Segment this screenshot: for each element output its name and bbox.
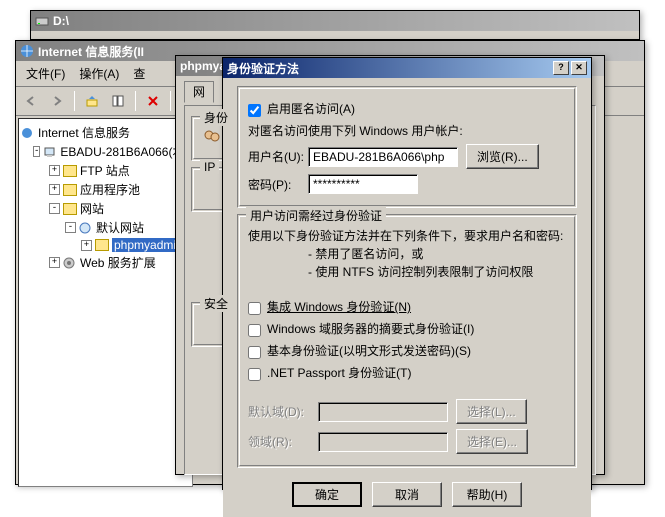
- anon-desc: 对匿名访问使用下列 Windows 用户帐户:: [248, 122, 463, 139]
- tree-ftp[interactable]: + FTP 站点: [21, 161, 190, 180]
- auth-required-group: 用户访问需经过身份验证 使用以下身份验证方法并在下列条件下，要求用户名和密码: …: [237, 214, 577, 468]
- auth-desc: 使用以下身份验证方法并在下列条件下，要求用户名和密码:: [248, 229, 563, 243]
- passport-label: .NET Passport 身份验证(T): [267, 364, 411, 381]
- expand-icon[interactable]: +: [81, 240, 92, 251]
- group-ip: IP: [200, 160, 219, 174]
- folder-icon: [63, 203, 77, 215]
- tab-active[interactable]: 网: [184, 81, 214, 103]
- auth-body: 启用匿名访问(A) 对匿名访问使用下列 Windows 用户帐户: 用户名(U)…: [223, 78, 591, 517]
- computer-icon: [43, 146, 57, 158]
- tree-label: Web 服务扩展: [80, 254, 156, 271]
- auth-title: 身份验证方法: [227, 60, 553, 77]
- expand-icon[interactable]: +: [49, 165, 60, 176]
- dialog-footer: 确定 取消 帮助(H): [237, 474, 577, 507]
- iis-server-icon: [21, 127, 35, 139]
- username-input[interactable]: [308, 147, 458, 167]
- delete-button[interactable]: [142, 90, 164, 112]
- explorer-window: D:\: [30, 10, 640, 40]
- help-icon[interactable]: ?: [553, 61, 569, 75]
- ok-button[interactable]: 确定: [292, 482, 362, 507]
- auth-bullet1: - 禁用了匿名访问，或: [308, 245, 566, 263]
- expand-icon[interactable]: +: [49, 184, 60, 195]
- username-label: 用户名(U):: [248, 148, 308, 165]
- tree-label-selected: phpmyadmin: [112, 238, 185, 252]
- domain-label: 默认域(D):: [248, 403, 318, 420]
- forward-button[interactable]: [46, 90, 68, 112]
- anon-group: 启用匿名访问(A) 对匿名访问使用下列 Windows 用户帐户: 用户名(U)…: [237, 86, 577, 208]
- close-icon[interactable]: ✕: [571, 61, 587, 75]
- up-button[interactable]: [81, 90, 103, 112]
- tree-label: 网站: [80, 200, 104, 217]
- browse-button[interactable]: 浏览(R)...: [466, 144, 539, 169]
- password-label: 密码(P):: [248, 176, 308, 193]
- collapse-icon[interactable]: -: [33, 146, 40, 157]
- auth-required-title: 用户访问需经过身份验证: [246, 207, 386, 224]
- expand-icon[interactable]: +: [49, 257, 60, 268]
- select-domain-button: 选择(L)...: [456, 399, 527, 424]
- auth-bullet2: - 使用 NTFS 访问控制列表限制了访问权限: [308, 263, 566, 281]
- anon-enable-checkbox[interactable]: [248, 104, 261, 117]
- tree-host[interactable]: - EBADU-281B6A066(本地: [21, 142, 190, 161]
- back-button[interactable]: [20, 90, 42, 112]
- tree-default-site[interactable]: - 默认网站: [21, 218, 190, 237]
- folder-icon: [63, 165, 77, 177]
- folder-icon: [95, 239, 109, 251]
- explorer-title: D:\: [53, 14, 635, 28]
- digest-label: Windows 域服务器的摘要式身份验证(I): [267, 320, 474, 337]
- gear-icon: [63, 257, 77, 269]
- iwa-label: 集成 Windows 身份验证(N): [267, 298, 411, 315]
- group-sec: 安全: [200, 295, 232, 312]
- tree-label: FTP 站点: [80, 162, 130, 179]
- tree-webext[interactable]: + Web 服务扩展: [21, 253, 190, 272]
- collapse-icon[interactable]: -: [65, 222, 76, 233]
- domain-input: [318, 402, 448, 422]
- passport-checkbox[interactable]: [248, 368, 261, 381]
- tree-label: 应用程序池: [80, 181, 140, 198]
- iwa-checkbox[interactable]: [248, 302, 261, 315]
- select-realm-button: 选择(E)...: [456, 429, 528, 454]
- realm-label: 领域(R):: [248, 433, 318, 450]
- basic-checkbox[interactable]: [248, 346, 261, 359]
- globe-icon: [79, 222, 93, 234]
- tree-label: 默认网站: [96, 219, 144, 236]
- collapse-icon[interactable]: -: [49, 203, 60, 214]
- tree-label: EBADU-281B6A066(本地: [60, 143, 193, 160]
- auth-dialog: 身份验证方法 ?✕ 启用匿名访问(A) 对匿名访问使用下列 Windows 用户…: [222, 57, 592, 490]
- password-input[interactable]: [308, 174, 418, 194]
- digest-checkbox[interactable]: [248, 324, 261, 337]
- tree-label: Internet 信息服务: [38, 124, 130, 141]
- users-icon: [202, 129, 222, 149]
- iis-icon: [20, 44, 34, 58]
- menu-file[interactable]: 文件(F): [20, 63, 71, 84]
- realm-input: [318, 432, 448, 452]
- tree-apppool[interactable]: + 应用程序池: [21, 180, 190, 199]
- show-button[interactable]: [107, 90, 129, 112]
- basic-label: 基本身份验证(以明文形式发送密码)(S): [267, 342, 471, 359]
- drive-icon: [35, 14, 49, 28]
- tree-websites[interactable]: - 网站: [21, 199, 190, 218]
- menu-action[interactable]: 操作(A): [73, 63, 125, 84]
- menu-view[interactable]: 查: [127, 63, 151, 84]
- tree-phpmyadmin[interactable]: + phpmyadmin: [21, 237, 190, 253]
- folder-icon: [63, 184, 77, 196]
- tree-root[interactable]: Internet 信息服务: [21, 123, 190, 142]
- help-button[interactable]: 帮助(H): [452, 482, 522, 507]
- explorer-titlebar: D:\: [31, 11, 639, 31]
- cancel-button[interactable]: 取消: [372, 482, 442, 507]
- auth-titlebar[interactable]: 身份验证方法 ?✕: [223, 58, 591, 78]
- group-auth: 身份: [200, 109, 232, 126]
- anon-enable-label: 启用匿名访问(A): [267, 100, 355, 117]
- tree-panel[interactable]: Internet 信息服务 - EBADU-281B6A066(本地 + FTP 站…: [18, 118, 193, 487]
